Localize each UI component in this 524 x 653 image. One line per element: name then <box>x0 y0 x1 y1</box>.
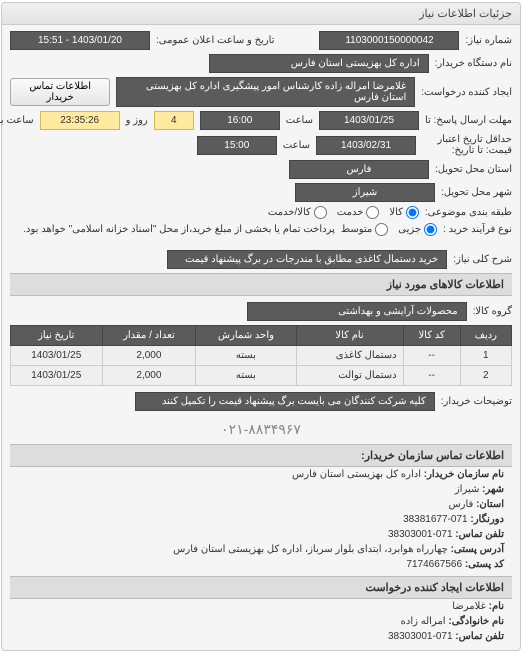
validity-time: 15:00 <box>198 136 278 155</box>
c-zip-label: کد پستی: <box>466 559 505 570</box>
c-fax-label: دورنگار: <box>471 514 505 525</box>
subject-type-label: طبقه بندی موضوعی: <box>426 207 513 218</box>
desc-label: شرح کلی نیاز: <box>454 254 513 265</box>
province-value: فارس <box>290 160 430 179</box>
deadline-time: 16:00 <box>201 111 281 130</box>
items-table: ردیف کد کالا نام کالا واحد شمارش تعداد /… <box>11 325 513 386</box>
radio-service-label: خدمت <box>338 207 365 218</box>
buy-type-radio-group: جزیی متوسط <box>342 223 438 236</box>
radio-both[interactable] <box>315 206 328 219</box>
c-cphone: 071-38303001 <box>389 631 454 642</box>
requester-value: غلامرضا امراله زاده کارشناس امور پیشگیری… <box>117 77 416 107</box>
contact-section-title: اطلاعات تماس سازمان خریدار: <box>11 444 513 467</box>
countdown-timer: 23:35:26 <box>41 111 121 130</box>
c-fname: غلامرضا <box>453 601 487 612</box>
creator-section-title: اطلاعات ایجاد کننده درخواست <box>11 576 513 599</box>
requester-label: ایجاد کننده درخواست: <box>422 87 513 98</box>
announce-value: 1403/01/20 - 15:51 <box>11 31 151 50</box>
buyer-contact-button[interactable]: اطلاعات تماس خریدار <box>11 78 111 106</box>
radio-both-label: کالا/خدمت <box>269 207 312 218</box>
cell-date: 1403/01/25 <box>12 346 104 366</box>
cell-code: -- <box>404 366 461 386</box>
c-org-label: نام سازمان خریدار: <box>425 469 505 480</box>
c-org: اداره کل بهزیستی استان فارس <box>293 469 422 480</box>
table-row: 1 -- دستمال کاغذی بسته 2,000 1403/01/25 <box>12 346 513 366</box>
c-province-label: استان: <box>477 499 505 510</box>
cell-code: -- <box>404 346 461 366</box>
th-name: نام کالا <box>297 326 404 346</box>
th-code: کد کالا <box>404 326 461 346</box>
cell-name: دستمال کاغذی <box>297 346 404 366</box>
c-postal: چهارراه هوابرد، ابتدای بلوار سرباز، ادار… <box>174 544 449 555</box>
c-city-label: شهر: <box>483 484 505 495</box>
table-row: 2 -- دستمال توالت بسته 2,000 1403/01/25 <box>12 366 513 386</box>
subject-radio-group: کالا خدمت کالا/خدمت <box>269 206 420 219</box>
city-label: شهر محل تحویل: <box>442 187 513 198</box>
desc-value: خرید دستمال کاغذی مطابق با مندرجات در بر… <box>168 250 448 269</box>
items-section-title: اطلاعات کالاهای مورد نیاز <box>11 273 513 296</box>
table-header-row: ردیف کد کالا نام کالا واحد شمارش تعداد /… <box>12 326 513 346</box>
days-remaining: 4 <box>155 111 195 130</box>
panel-title: جزئیات اطلاعات نیاز <box>3 3 521 25</box>
radio-minor[interactable] <box>425 223 438 236</box>
need-details-panel: جزئیات اطلاعات نیاز شماره نیاز: 11030001… <box>2 2 522 651</box>
buy-type-label: نوع فرآیند خرید : <box>444 224 513 235</box>
c-phone: 071-38303001 <box>389 529 454 540</box>
buy-note: پرداخت تمام یا بخشی از مبلغ خرید،از محل … <box>24 224 336 235</box>
c-cphone-label: تلفن تماس: <box>456 631 505 642</box>
cell-idx: 2 <box>461 366 512 386</box>
th-idx: ردیف <box>461 326 512 346</box>
c-phone-label: تلفن تماس: <box>456 529 505 540</box>
deadline-label: مهلت ارسال پاسخ: تا <box>426 115 513 126</box>
radio-mid[interactable] <box>376 223 389 236</box>
deadline-date: 1403/01/25 <box>320 111 420 130</box>
c-city: شیراز <box>456 484 481 495</box>
days-label: روز و <box>127 115 149 126</box>
radio-goods-label: کالا <box>390 207 404 218</box>
th-qty: تعداد / مقدار <box>103 326 197 346</box>
req-no-label: شماره نیاز: <box>466 35 513 46</box>
c-zip: 7174667566 <box>407 559 463 570</box>
cell-unit: بسته <box>197 346 297 366</box>
c-fname-label: نام: <box>490 601 505 612</box>
time-label-2: ساعت <box>284 140 311 151</box>
footer-phone: ۰۲۱-۸۸۳۴۹۶۷ <box>11 415 513 444</box>
c-fax: 071-38381677 <box>404 514 469 525</box>
group-label: گروه کالا: <box>474 306 513 317</box>
cell-qty: 2,000 <box>103 346 197 366</box>
city-value: شیراز <box>296 183 436 202</box>
c-lname: امراله زاده <box>402 616 447 627</box>
cell-idx: 1 <box>461 346 512 366</box>
org-label: نام دستگاه خریدار: <box>436 58 513 69</box>
radio-service[interactable] <box>367 206 380 219</box>
th-unit: واحد شمارش <box>197 326 297 346</box>
c-province: فارس <box>449 499 474 510</box>
c-lname-label: نام خانوادگی: <box>449 616 505 627</box>
radio-minor-label: جزیی <box>399 224 422 235</box>
note-value: کلیه شرکت کنندگان می بایست برگ پیشنهاد ق… <box>136 392 436 411</box>
note-label: توضیحات خریدار: <box>442 396 513 407</box>
remain-label: ساعت باقی مانده <box>0 115 35 126</box>
radio-goods[interactable] <box>407 206 420 219</box>
validity-date: 1403/02/31 <box>317 136 417 155</box>
c-postal-label: آدرس پستی: <box>452 544 505 555</box>
province-label: استان محل تحویل: <box>436 164 513 175</box>
cell-unit: بسته <box>197 366 297 386</box>
announce-label: تاریخ و ساعت اعلان عمومی: <box>157 35 276 46</box>
radio-mid-label: متوسط <box>342 224 373 235</box>
group-value: محصولات آرایشی و بهداشتی <box>248 302 468 321</box>
time-label-1: ساعت <box>287 115 314 126</box>
req-no-value: 1103000150000042 <box>320 31 460 50</box>
th-date: تاریخ نیاز <box>12 326 104 346</box>
panel-body: شماره نیاز: 1103000150000042 تاریخ و ساع… <box>3 25 521 650</box>
cell-qty: 2,000 <box>103 366 197 386</box>
cell-date: 1403/01/25 <box>12 366 104 386</box>
cell-name: دستمال توالت <box>297 366 404 386</box>
validity-label: حداقل تاریخ اعتبار قیمت: تا تاریخ: <box>423 134 513 156</box>
org-value: اداره کل بهزیستی استان فارس <box>210 54 430 73</box>
